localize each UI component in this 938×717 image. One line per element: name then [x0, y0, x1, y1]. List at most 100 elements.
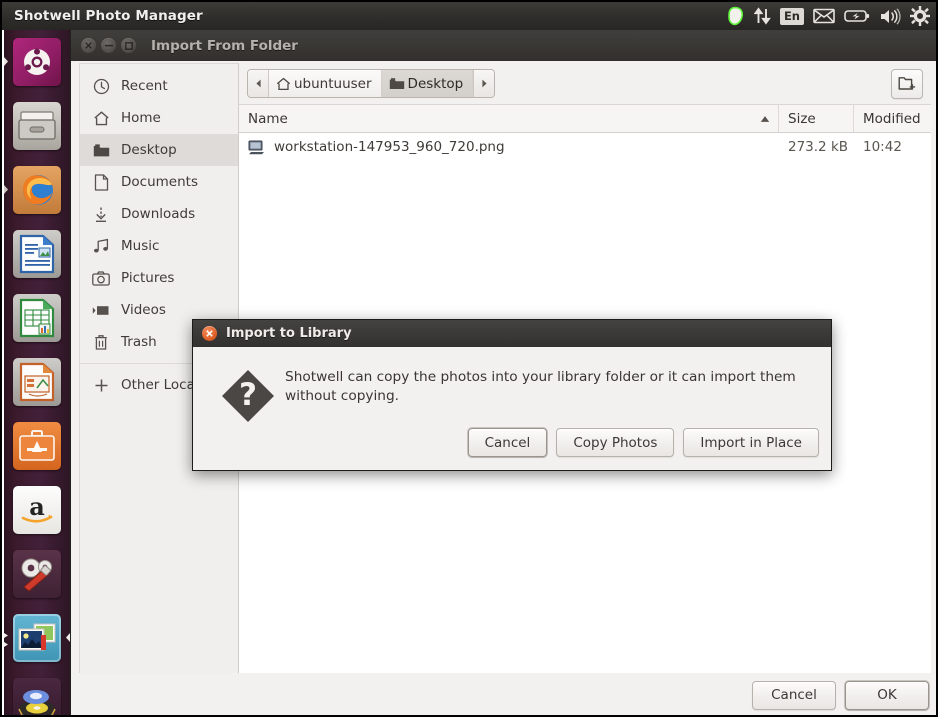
sidebar-label: Recent: [121, 78, 168, 94]
unity-launcher: a: [4, 30, 70, 715]
launcher-item-libreoffice-impress[interactable]: [4, 350, 70, 414]
column-header-label: Name: [248, 110, 288, 127]
breadcrumb-next-button[interactable]: [473, 70, 495, 97]
launcher-item-shotwell[interactable]: [4, 606, 70, 670]
system-settings-icon: [13, 550, 61, 598]
keyboard-layout-indicator[interactable]: En: [779, 2, 804, 30]
sidebar-label: Home: [121, 110, 161, 126]
launcher-pip-left: [4, 185, 9, 194]
create-folder-button[interactable]: [891, 68, 923, 99]
folder-icon: [92, 141, 110, 159]
ubuntu-software-icon: [13, 422, 61, 470]
document-icon: [92, 173, 110, 191]
chooser-window-title: Import From Folder: [151, 37, 298, 54]
window-maximize-button[interactable]: [121, 38, 136, 53]
sidebar-label: Videos: [121, 302, 166, 318]
column-header-label: Modified: [863, 110, 921, 127]
sidebar-item-desktop[interactable]: Desktop: [80, 134, 238, 166]
sidebar-item-documents[interactable]: Documents: [80, 166, 238, 198]
sidebar-item-pictures[interactable]: Pictures: [80, 262, 238, 294]
file-size-cell: 273.2 kB: [788, 139, 849, 155]
dialog-titlebar[interactable]: Import to Library: [193, 320, 831, 347]
download-icon: [92, 205, 110, 223]
amazon-icon: a: [13, 486, 61, 534]
table-row[interactable]: workstation-147953_960_720.png 273.2 kB …: [239, 133, 931, 161]
launcher-pip-left-active: [4, 633, 9, 647]
sort-ascending-icon: [760, 115, 770, 122]
create-folder-icon: [898, 77, 916, 90]
plus-icon: [92, 376, 110, 394]
dialog-close-button[interactable]: [202, 326, 217, 341]
breadcrumb: ubuntuuser Desktop: [247, 69, 496, 98]
launcher-item-rhythmbox[interactable]: [4, 670, 70, 715]
breadcrumb-item-desktop[interactable]: Desktop: [381, 70, 474, 97]
sidebar-item-downloads[interactable]: Downloads: [80, 198, 238, 230]
ok-button[interactable]: OK: [845, 680, 929, 710]
column-header-modified[interactable]: Modified: [854, 105, 930, 132]
folder-icon: [389, 77, 405, 90]
firefox-icon: [13, 166, 61, 214]
cancel-button[interactable]: Cancel: [752, 680, 836, 710]
question-mark-icon: ?: [211, 367, 285, 425]
column-header-size[interactable]: Size: [779, 105, 854, 132]
dialog-import-in-place-button[interactable]: Import in Place: [683, 428, 819, 457]
shotwell-icon: [13, 614, 61, 662]
desktop-screen: Shotwell Photo Manager En a Import From …: [0, 0, 938, 717]
volume-icon[interactable]: [879, 2, 901, 30]
chooser-titlebar[interactable]: Import From Folder: [71, 30, 936, 61]
launcher-item-firefox[interactable]: [4, 158, 70, 222]
libreoffice-writer-icon: [13, 230, 61, 278]
panel-indicators: En: [727, 2, 936, 30]
sidebar-item-recent[interactable]: Recent: [80, 70, 238, 102]
window-close-button[interactable]: [81, 38, 96, 53]
svg-text:?: ?: [239, 377, 257, 413]
libreoffice-impress-icon: [13, 358, 61, 406]
launcher-item-libreoffice-writer[interactable]: [4, 222, 70, 286]
mail-envelope-icon[interactable]: [813, 2, 835, 30]
keyboard-layout-label: En: [779, 7, 804, 25]
sidebar-label: Documents: [121, 174, 198, 190]
breadcrumb-item-home[interactable]: ubuntuuser: [269, 70, 382, 97]
pathbar-row: ubuntuuser Desktop: [239, 63, 931, 104]
dialog-cancel-button[interactable]: Cancel: [467, 428, 548, 457]
dialog-action-bar: Cancel OK: [71, 673, 936, 715]
window-minimize-button[interactable]: [101, 38, 116, 53]
breadcrumb-prev-button[interactable]: [248, 70, 269, 97]
file-list-headers: Name Size Modified: [239, 105, 931, 133]
file-name-cell: workstation-147953_960_720.png: [239, 139, 779, 155]
libreoffice-calc-icon: [13, 294, 61, 342]
sidebar-label: Pictures: [121, 270, 175, 286]
launcher-item-system-settings[interactable]: [4, 542, 70, 606]
launcher-item-amazon[interactable]: a: [4, 478, 70, 542]
launcher-item-ubuntu-dash[interactable]: [4, 30, 70, 94]
import-to-library-dialog: Import to Library ? Shotwell can copy th…: [192, 319, 832, 471]
files-nautilus-icon: [13, 102, 61, 150]
panel-app-title[interactable]: Shotwell Photo Manager: [14, 8, 203, 24]
top-panel: Shotwell Photo Manager En: [2, 2, 936, 30]
battery-icon[interactable]: [844, 2, 870, 30]
sidebar-item-home[interactable]: Home: [80, 102, 238, 134]
home-icon: [276, 77, 291, 91]
launcher-item-ubuntu-software[interactable]: [4, 414, 70, 478]
dialog-content: ? Shotwell can copy the photos into your…: [193, 347, 831, 425]
launcher-item-libreoffice-calc[interactable]: [4, 286, 70, 350]
file-name-label: workstation-147953_960_720.png: [274, 139, 505, 155]
sidebar-label: Desktop: [121, 142, 177, 158]
breadcrumb-label: ubuntuuser: [294, 75, 372, 92]
sync-arrows-icon[interactable]: [753, 2, 771, 30]
music-note-icon: [92, 237, 110, 255]
shotwell-indicator-icon[interactable]: [727, 2, 745, 30]
trash-icon: [92, 333, 110, 351]
sidebar-item-music[interactable]: Music: [80, 230, 238, 262]
dialog-buttons: Cancel Copy Photos Import in Place: [467, 428, 819, 457]
image-file-icon: [248, 140, 265, 155]
column-header-name[interactable]: Name: [239, 105, 779, 132]
system-settings-gear-icon[interactable]: [910, 2, 930, 30]
ubuntu-dash-icon: [13, 38, 61, 86]
camera-icon: [92, 269, 110, 287]
rhythmbox-icon: [13, 678, 61, 715]
launcher-item-files[interactable]: [4, 94, 70, 158]
dialog-copy-photos-button[interactable]: Copy Photos: [556, 428, 675, 457]
column-header-label: Size: [788, 110, 816, 127]
file-modified-cell: 10:42: [863, 139, 902, 155]
